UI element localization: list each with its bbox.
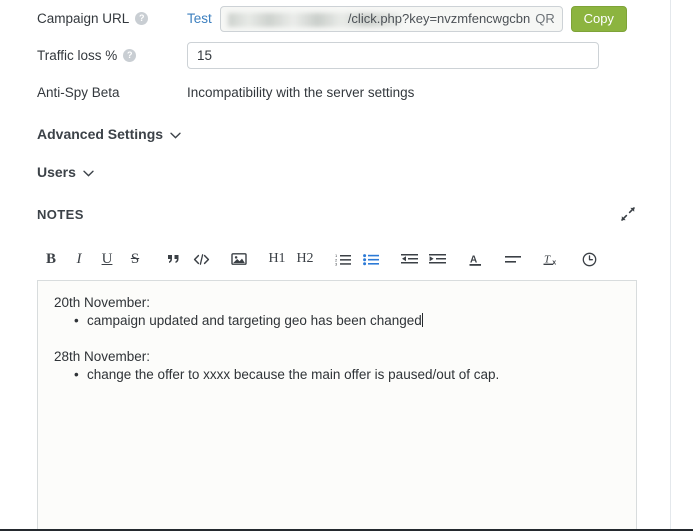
history-clock-icon[interactable] — [575, 246, 603, 272]
form-row-campaign-url: Campaign URL ? Test /click.php?key=nvzmf… — [0, 0, 670, 37]
campaign-url-label-text: Campaign URL — [37, 11, 130, 26]
unordered-list-icon[interactable] — [357, 246, 385, 272]
copy-button[interactable]: Copy — [570, 5, 627, 32]
notes-header: NOTES — [37, 205, 637, 223]
italic-glyph: I — [76, 250, 82, 267]
note-bullet-item: change the offer to xxxx because the mai… — [54, 366, 620, 384]
users-label: Users — [37, 164, 76, 180]
campaign-url-input[interactable]: /click.php?key=nvzmfencwgcbn QR — [219, 5, 563, 32]
notes-editor-content[interactable]: 20th November: campaign updated and targ… — [37, 280, 637, 531]
note-bullet-item: campaign updated and targeting geo has b… — [54, 312, 620, 330]
help-icon[interactable]: ? — [135, 12, 149, 25]
form-area: Campaign URL ? Test /click.php?key=nvzmf… — [0, 0, 670, 111]
notes-editor-toolbar: B I U S H1 H2 1 2 3 A T x — [37, 245, 637, 273]
advanced-settings-toggle[interactable]: Advanced Settings — [37, 126, 181, 142]
form-row-traffic-loss: Traffic loss % ? — [0, 37, 670, 74]
italic-icon[interactable]: I — [65, 246, 93, 272]
blockquote-icon[interactable] — [159, 246, 187, 272]
chevron-down-icon — [83, 170, 94, 177]
campaign-settings-panel: Campaign URL ? Test /click.php?key=nvzmf… — [0, 0, 693, 531]
traffic-loss-input[interactable] — [187, 42, 599, 69]
notes-title: NOTES — [37, 206, 84, 222]
svg-text:3: 3 — [335, 261, 338, 266]
svg-text:A: A — [470, 254, 477, 265]
h2-glyph: H2 — [296, 251, 314, 266]
outdent-icon[interactable] — [395, 246, 423, 272]
note-line: 20th November: — [54, 295, 151, 310]
note-bullet-text: change the offer to xxxx because the mai… — [87, 367, 500, 382]
anti-spy-status-text: Incompatibility with the server settings — [187, 85, 415, 100]
campaign-url-label: Campaign URL ? — [37, 11, 187, 26]
chevron-down-icon — [170, 132, 181, 139]
traffic-loss-field-group — [187, 42, 670, 69]
traffic-loss-label-text: Traffic loss % — [37, 48, 118, 63]
traffic-loss-label: Traffic loss % ? — [37, 48, 187, 63]
panel-divider — [670, 0, 671, 531]
campaign-url-field-group: Test /click.php?key=nvzmfencwgcbn QR Cop… — [187, 5, 670, 32]
advanced-settings-label: Advanced Settings — [37, 126, 164, 142]
code-icon[interactable] — [187, 246, 215, 272]
h1-glyph: H1 — [268, 251, 286, 266]
expand-diagonal-icon[interactable] — [619, 205, 637, 223]
strikethrough-icon[interactable]: S — [121, 246, 149, 272]
indent-icon[interactable] — [423, 246, 451, 272]
anti-spy-label: Anti-Spy Beta — [37, 85, 187, 100]
bold-icon[interactable]: B — [37, 246, 65, 272]
underline-glyph: U — [101, 250, 113, 267]
ordered-list-icon[interactable]: 1 2 3 — [329, 246, 357, 272]
text-color-icon[interactable]: A — [461, 246, 489, 272]
anti-spy-label-text: Anti-Spy Beta — [37, 85, 120, 100]
form-row-anti-spy: Anti-Spy Beta Incompatibility with the s… — [0, 74, 670, 111]
anti-spy-field-group: Incompatibility with the server settings — [187, 85, 670, 100]
align-icon[interactable] — [499, 246, 527, 272]
bold-glyph: B — [45, 250, 56, 267]
clear-format-icon[interactable]: T x — [537, 246, 565, 272]
strikethrough-glyph: S — [130, 250, 140, 267]
svg-text:x: x — [552, 259, 556, 266]
note-blank-line — [54, 330, 620, 348]
qr-button[interactable]: QR — [535, 11, 555, 26]
text-caret — [421, 313, 423, 327]
test-link[interactable]: Test — [187, 11, 212, 26]
campaign-url-value: /click.php?key=nvzmfencwgcbn — [347, 11, 531, 26]
heading-1-icon[interactable]: H1 — [263, 246, 291, 272]
help-icon[interactable]: ? — [123, 49, 137, 62]
image-icon[interactable] — [225, 246, 253, 272]
note-bullet-text: campaign updated and targeting geo has b… — [87, 313, 422, 328]
underline-icon[interactable]: U — [93, 246, 121, 272]
users-toggle[interactable]: Users — [37, 164, 94, 180]
note-line: 28th November: — [54, 349, 151, 364]
heading-2-icon[interactable]: H2 — [291, 246, 319, 272]
